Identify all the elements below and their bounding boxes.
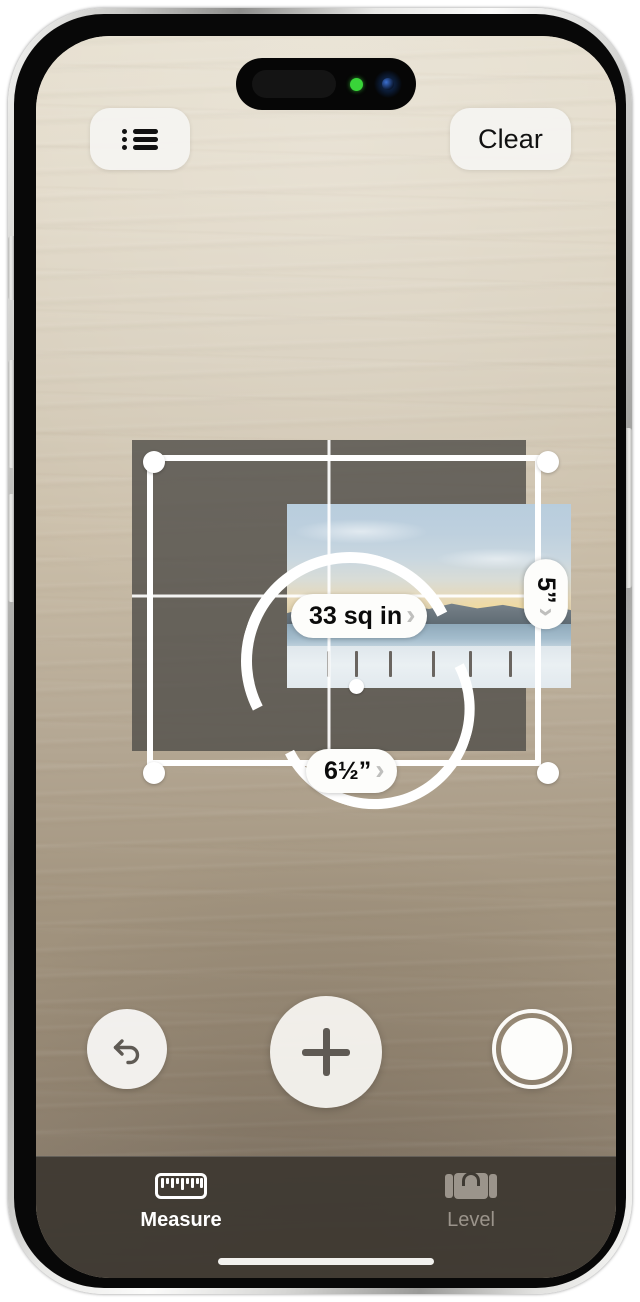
- chevron-right-icon: ›: [406, 599, 416, 630]
- width-measurement-pill[interactable]: 6½” ›: [306, 749, 397, 793]
- width-value: 6½”: [324, 756, 372, 785]
- bubble-level-icon: [445, 1172, 497, 1199]
- focus-reticle: [212, 523, 501, 836]
- chevron-right-icon: ›: [375, 754, 385, 785]
- tab-measure-label: Measure: [140, 1209, 222, 1231]
- dynamic-island: [236, 58, 416, 110]
- earpiece-speaker: [252, 70, 336, 98]
- shutter-inner-circle: [501, 1018, 563, 1080]
- bulleted-list-icon: [122, 127, 158, 151]
- corner-handle-top-left[interactable]: [143, 451, 165, 473]
- camera-active-indicator-icon: [350, 78, 363, 91]
- corner-handle-top-right[interactable]: [537, 451, 559, 473]
- clear-button[interactable]: Clear: [449, 108, 571, 170]
- home-indicator[interactable]: [218, 1258, 434, 1265]
- height-value: 5”: [532, 577, 561, 604]
- front-camera-lens: [374, 70, 402, 98]
- tab-level-label: Level: [447, 1209, 495, 1231]
- chevron-right-icon: ›: [531, 607, 563, 617]
- capture-controls: [36, 996, 616, 1126]
- ruler-icon: [155, 1173, 207, 1199]
- measure-center-dot[interactable]: [349, 679, 364, 694]
- height-measurement-pill[interactable]: 5” ›: [523, 559, 568, 629]
- area-value: 33 sq in: [309, 601, 403, 630]
- clear-button-label: Clear: [477, 123, 543, 154]
- camera-shutter-button[interactable]: [492, 1009, 572, 1089]
- measurement-list-button[interactable]: [90, 108, 190, 170]
- phone-bezel: 33 sq in › 6½” › 5” › Clear Measure Leve…: [14, 14, 626, 1288]
- plus-icon: [302, 1028, 350, 1076]
- power-button[interactable]: [625, 428, 632, 588]
- corner-handle-bottom-left[interactable]: [143, 762, 165, 784]
- phone-frame: 33 sq in › 6½” › 5” › Clear Measure Leve…: [8, 8, 632, 1294]
- area-measurement-pill[interactable]: 33 sq in ›: [291, 594, 428, 638]
- add-measurement-button[interactable]: [270, 996, 382, 1108]
- corner-handle-bottom-right[interactable]: [537, 762, 559, 784]
- undo-button[interactable]: [87, 1009, 167, 1089]
- phone-screen: 33 sq in › 6½” › 5” › Clear Measure Leve…: [36, 36, 616, 1278]
- undo-arrow-icon: [113, 1039, 140, 1065]
